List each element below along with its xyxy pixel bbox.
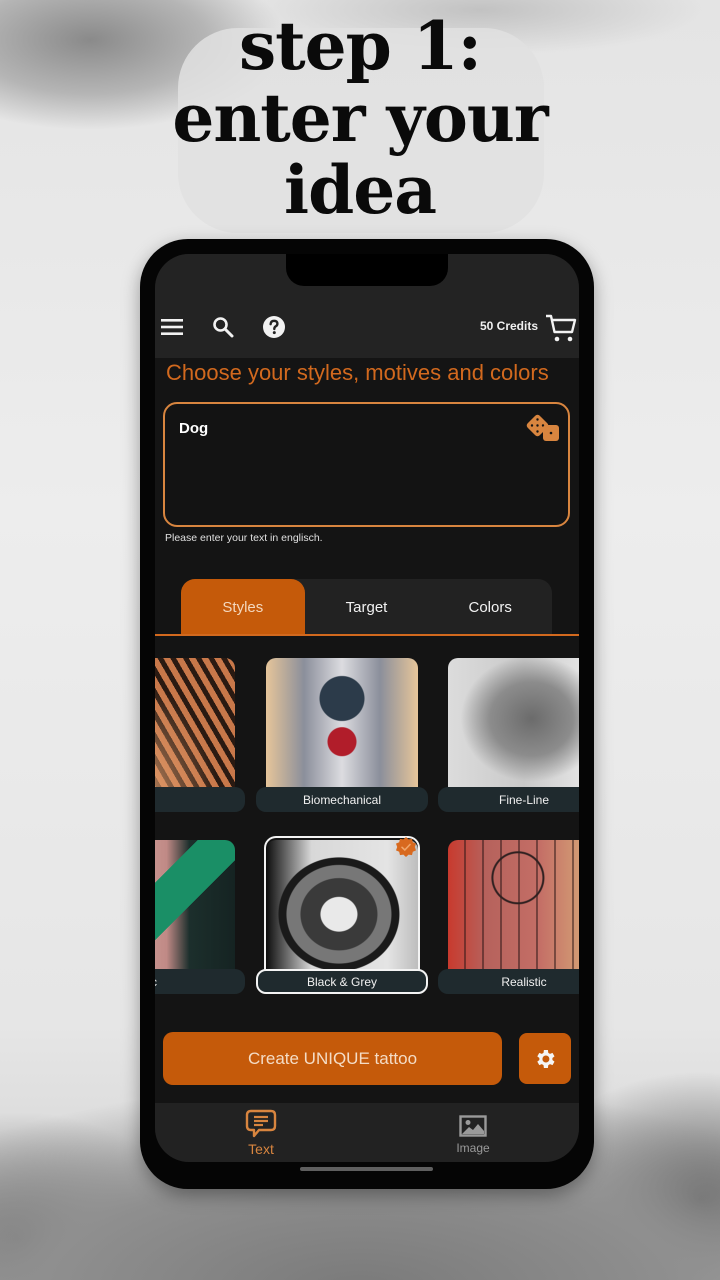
nav-label-image: Image: [456, 1141, 490, 1155]
style-thumbnail: [266, 658, 418, 793]
gear-icon: [537, 1049, 555, 1068]
headline-line-3: idea: [284, 151, 437, 229]
prompt-input[interactable]: [179, 420, 509, 510]
create-tattoo-button[interactable]: Create UNIQUE tattoo: [163, 1032, 502, 1085]
nav-item-text[interactable]: Text: [155, 1103, 367, 1162]
style-label: metric: [155, 969, 245, 994]
style-label: Realistic: [438, 969, 579, 994]
menu-button[interactable]: [159, 314, 185, 340]
style-card-biomechanical[interactable]: Biomechanical: [256, 646, 428, 812]
search-icon: [213, 317, 234, 338]
random-idea-button[interactable]: [526, 414, 562, 444]
credits-balance[interactable]: 50 Credits: [480, 319, 538, 333]
search-button[interactable]: [210, 314, 236, 340]
help-button[interactable]: [261, 314, 287, 340]
chat-text-icon: [245, 1109, 277, 1138]
section-title: Choose your styles, motives and colors: [166, 360, 549, 385]
style-label: Biomechanical: [256, 787, 428, 812]
help-circle-icon: [263, 316, 285, 338]
app-screen: 50 Credits Choose your styles, motives a…: [155, 254, 579, 1162]
bottom-navigation: Text Image: [155, 1103, 579, 1162]
style-card-geometric[interactable]: metric: [155, 828, 245, 994]
style-card-tribal[interactable]: ribal: [155, 646, 245, 812]
tab-styles[interactable]: Styles: [181, 579, 305, 635]
style-label: ribal: [155, 787, 245, 812]
style-label: Fine-Line: [438, 787, 579, 812]
hamburger-menu-icon: [161, 319, 183, 335]
image-icon: [459, 1115, 487, 1137]
style-label: Black & Grey: [256, 969, 428, 994]
cart-button[interactable]: [545, 313, 579, 343]
style-card-fine-line[interactable]: Fine-Line: [438, 646, 579, 812]
dice-icon: [526, 414, 559, 441]
headline: step 1: enter your idea: [0, 10, 720, 226]
option-tabs: Styles Target Colors: [181, 579, 552, 635]
style-grid[interactable]: ribal Biomechanical Fine-Line metric: [155, 646, 579, 1016]
nav-item-image[interactable]: Image: [367, 1103, 579, 1162]
home-indicator: [300, 1167, 433, 1171]
settings-button[interactable]: [519, 1033, 571, 1084]
shopping-cart-icon: [546, 314, 577, 342]
style-thumbnail: [448, 840, 579, 975]
headline-line-2: enter your: [172, 79, 548, 157]
prompt-field[interactable]: [163, 402, 570, 527]
selected-check-badge-icon: [396, 837, 416, 857]
style-thumbnail: [155, 658, 235, 793]
phone-frame: 50 Credits Choose your styles, motives a…: [140, 239, 594, 1189]
style-card-black-grey[interactable]: Black & Grey: [256, 828, 428, 994]
tab-colors[interactable]: Colors: [428, 579, 552, 635]
style-thumbnail: [448, 658, 579, 793]
language-hint: Please enter your text in englisch.: [165, 532, 323, 544]
headline-line-1: step 1:: [238, 7, 482, 85]
style-card-realistic[interactable]: Realistic: [438, 828, 579, 994]
tabs-divider: [155, 634, 579, 636]
nav-label-text: Text: [248, 1141, 274, 1157]
phone-notch: [286, 254, 448, 286]
style-thumbnail: [155, 840, 235, 975]
tab-target[interactable]: Target: [305, 579, 429, 635]
